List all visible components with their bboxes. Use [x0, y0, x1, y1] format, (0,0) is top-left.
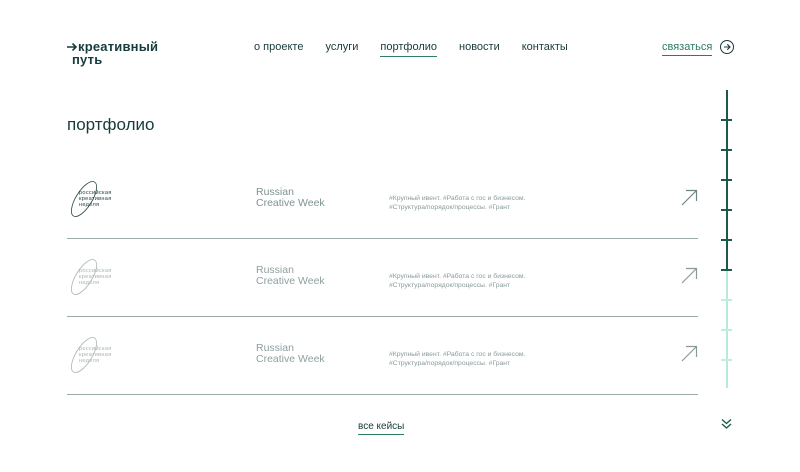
portfolio-item[interactable]: российская креативная неделя Russian Cre… [67, 238, 698, 317]
case-tags-line-2: #Структура/порядок/процессы. #Грант [389, 282, 511, 289]
client-logo: российская креативная неделя [67, 179, 129, 217]
case-tags: #Крупный ивент. #Работа с гос и бизнесом… [389, 350, 525, 368]
page-title: портфолио [67, 115, 155, 134]
all-cases-link[interactable]: все кейсы [358, 421, 405, 435]
rail-tick[interactable] [721, 359, 732, 361]
rail-tick[interactable] [721, 119, 732, 121]
portfolio-item[interactable]: российская креативная неделя Russian Cre… [67, 316, 698, 395]
case-tags-line-2: #Структура/порядок/процессы. #Грант [389, 360, 511, 367]
case-title-line-2: Creative Week [256, 353, 325, 365]
main-nav: о проекте услуги портфолио новости конта… [254, 41, 568, 57]
rail-tick[interactable] [721, 179, 732, 181]
rail-tick[interactable] [721, 209, 732, 211]
brand-logo[interactable]: креативный путь [67, 40, 158, 66]
arrow-up-right-icon[interactable] [681, 345, 698, 362]
case-title-line-2: Creative Week [256, 275, 325, 287]
case-tags-line-1: #Крупный ивент. #Работа с гос и бизнесом… [389, 351, 526, 358]
nav-item-about[interactable]: о проекте [254, 41, 303, 57]
rail-tick[interactable] [721, 149, 732, 151]
nav-item-services[interactable]: услуги [325, 41, 358, 57]
double-chevron-down-icon[interactable] [721, 417, 732, 429]
portfolio-item[interactable]: российская креативная неделя Russian Cre… [67, 160, 698, 239]
client-logo-line-3: неделя [79, 358, 100, 364]
case-tags: #Крупный ивент. #Работа с гос и бизнесом… [389, 194, 525, 212]
rail-tick[interactable] [721, 269, 732, 271]
case-tags-line-2: #Структура/порядок/процессы. #Грант [389, 204, 511, 211]
case-tags: #Крупный ивент. #Работа с гос и бизнесом… [389, 272, 525, 290]
contact-link[interactable]: связаться [662, 41, 713, 56]
nav-item-contacts[interactable]: контакты [522, 41, 568, 57]
client-logo: российская креативная неделя [67, 257, 129, 295]
rail-tick[interactable] [721, 329, 732, 331]
nav-item-news[interactable]: новости [459, 41, 500, 57]
arrow-up-right-icon[interactable] [681, 267, 698, 284]
case-tags-line-1: #Крупный ивент. #Работа с гос и бизнесом… [389, 195, 526, 202]
rail-tick[interactable] [721, 239, 732, 241]
rail-tick[interactable] [721, 299, 732, 301]
arrow-up-right-icon[interactable] [681, 189, 698, 206]
case-title: Russian Creative Week [256, 265, 325, 287]
case-title-line-2: Creative Week [256, 197, 325, 209]
client-logo: российская креативная неделя [67, 335, 129, 373]
case-title: Russian Creative Week [256, 343, 325, 365]
brand-line-2: путь [72, 52, 103, 67]
client-logo-line-3: неделя [79, 280, 100, 286]
case-tags-line-1: #Крупный ивент. #Работа с гос и бизнесом… [389, 273, 526, 280]
client-logo-line-3: неделя [79, 202, 100, 208]
scroll-progress-rail[interactable] [721, 90, 732, 388]
arrow-right-circle-icon[interactable] [720, 40, 734, 54]
case-title: Russian Creative Week [256, 187, 325, 209]
nav-item-portfolio[interactable]: портфолио [380, 41, 438, 57]
